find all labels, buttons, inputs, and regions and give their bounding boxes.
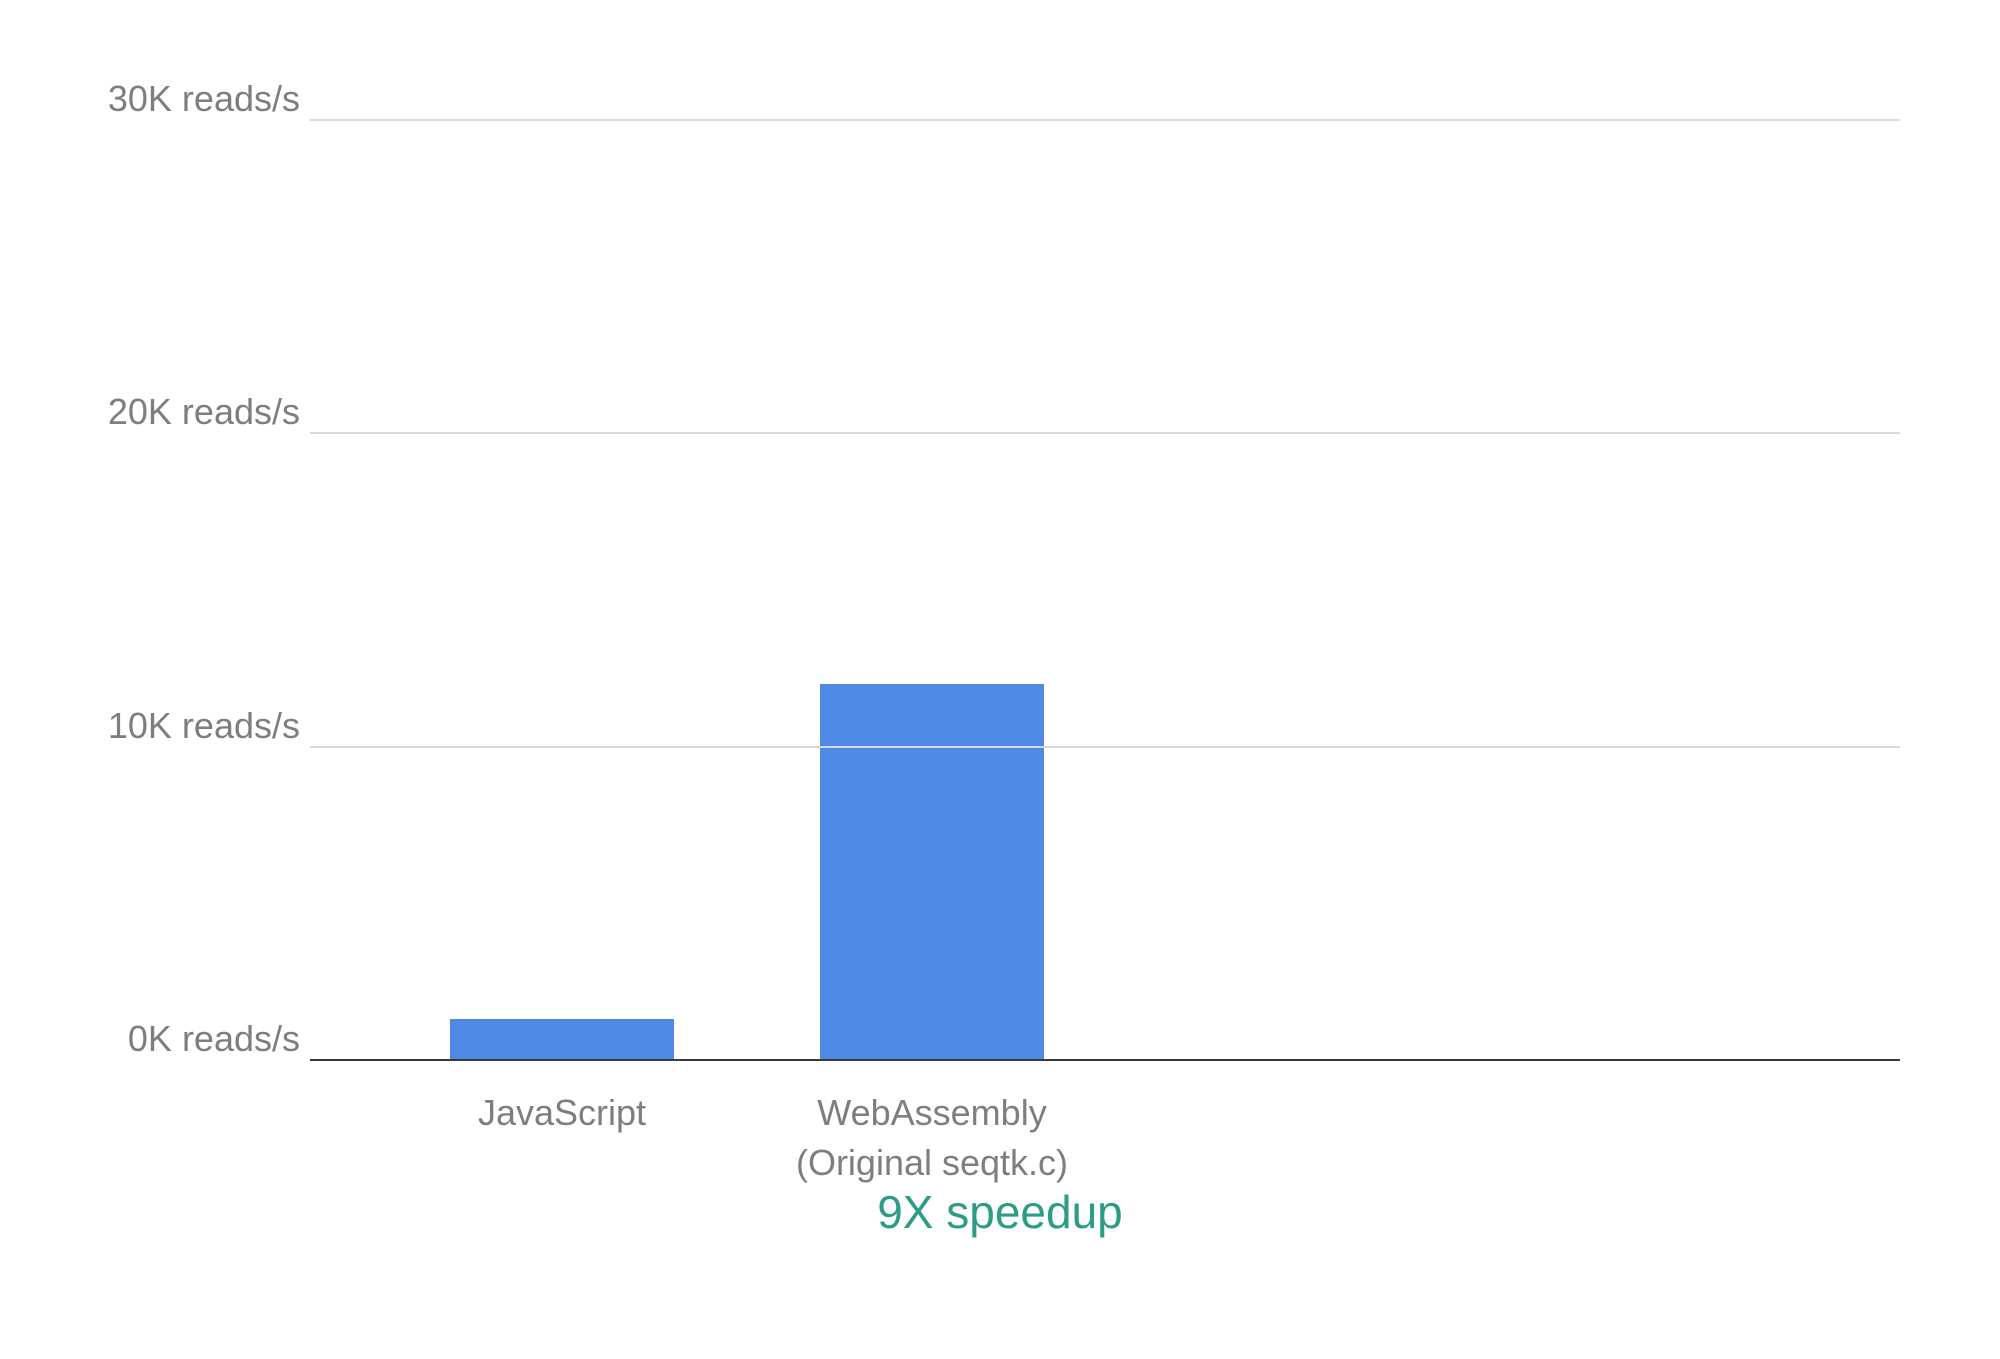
x-tick-label: JavaScript	[382, 1088, 742, 1138]
grid-line	[310, 119, 1900, 121]
bars-layer	[310, 120, 1900, 1060]
bar	[820, 684, 1044, 1060]
y-tick-label: 20K reads/s	[108, 391, 300, 433]
y-tick-label: 10K reads/s	[108, 705, 300, 747]
bar	[450, 1019, 674, 1060]
chart: 0K reads/s10K reads/s20K reads/s30K read…	[100, 120, 1900, 1180]
x-tick-label: WebAssembly (Original seqtk.c)	[752, 1088, 1112, 1189]
y-tick-label: 30K reads/s	[108, 78, 300, 120]
grid-line	[310, 432, 1900, 434]
x-axis: JavaScriptWebAssembly (Original seqtk.c)	[310, 1060, 1900, 1180]
y-tick-label: 0K reads/s	[128, 1018, 300, 1060]
chart-caption: 9X speedup	[0, 1185, 2000, 1239]
plot-area: 0K reads/s10K reads/s20K reads/s30K read…	[100, 120, 1900, 1060]
grid-line	[310, 746, 1900, 748]
